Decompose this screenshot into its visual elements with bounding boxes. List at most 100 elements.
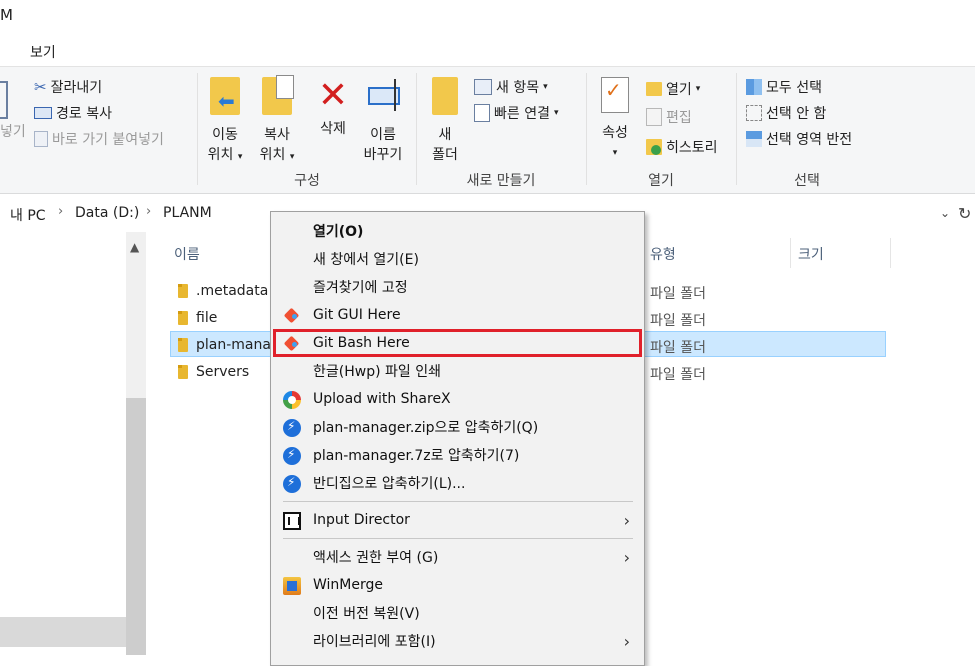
breadcrumb-chevron-icon: › <box>146 204 152 219</box>
chevron-down-icon: ▾ <box>237 152 243 162</box>
new-folder-label-2: 폴더 <box>432 147 458 163</box>
chevron-down-icon: ▾ <box>695 84 701 94</box>
rename-button[interactable]: 이름 바꾸기 <box>360 77 406 165</box>
menu-item-winmerge[interactable]: WinMerge <box>271 571 644 599</box>
menu-item-hwp-print[interactable]: 한글(Hwp) 파일 인쇄 <box>271 357 644 385</box>
input-director-icon <box>283 512 301 530</box>
column-separator[interactable] <box>890 238 891 268</box>
chevron-right-icon: › <box>623 632 630 651</box>
group-label-organize: 구성 <box>294 173 320 189</box>
nav-scrollbar-thumb[interactable] <box>126 398 146 655</box>
file-name: file <box>196 310 218 326</box>
select-all-button[interactable]: 모두 선택 <box>746 77 822 97</box>
ribbon-separator <box>416 73 417 185</box>
properties-button[interactable]: ✓ 속성 ▾ <box>594 77 636 163</box>
properties-check-icon: ✓ <box>601 77 629 113</box>
table-row[interactable]: file <box>178 310 217 326</box>
menu-item-restore-previous[interactable]: 이전 버전 복원(V) <box>271 599 644 627</box>
move-to-icon: ⬅ <box>210 77 240 115</box>
new-folder-icon <box>432 77 458 115</box>
column-header-type[interactable]: 유형 <box>650 244 676 264</box>
breadcrumb-drive[interactable]: Data (D:) <box>75 205 139 221</box>
column-header-name[interactable]: 이름 <box>174 244 200 264</box>
easy-access-button[interactable]: 빠른 연결 ▾ <box>474 103 559 123</box>
history-button[interactable]: 히스토리 <box>646 137 718 157</box>
column-separator[interactable] <box>790 238 791 268</box>
nav-selected-item[interactable] <box>0 617 126 647</box>
rename-icon <box>366 77 400 115</box>
paste-label-fragment: 넣기 <box>0 124 26 140</box>
copy-path-icon <box>34 107 52 119</box>
git-icon <box>283 307 301 325</box>
menu-item-include-library[interactable]: 라이브러리에 포함(I) › <box>271 627 644 655</box>
select-all-icon <box>746 79 762 95</box>
menu-item-git-bash[interactable]: Git Bash Here <box>273 329 642 357</box>
git-icon <box>283 335 301 353</box>
menu-item-zip[interactable]: plan-manager.zip으로 압축하기(Q) <box>271 413 644 441</box>
scissors-icon: ✂ <box>34 78 47 96</box>
breadcrumb-folder[interactable]: PLANM <box>163 205 212 221</box>
new-item-button[interactable]: 새 항목 ▾ <box>474 77 548 97</box>
menu-item-grant-access[interactable]: 액세스 권한 부여 (G) › <box>271 543 644 571</box>
chevron-down-icon: ▾ <box>289 152 295 162</box>
properties-label: 속성 <box>602 125 628 141</box>
chevron-down-icon: ▾ <box>553 108 559 118</box>
copy-to-label-1: 복사 <box>264 127 290 143</box>
menu-item-pin-quick-access[interactable]: 즐겨찾기에 고정 <box>271 273 644 301</box>
rename-label-2: 바꾸기 <box>363 147 403 163</box>
sharex-icon <box>283 391 301 409</box>
edit-button[interactable]: 편집 <box>646 107 692 127</box>
menu-item-open-new-window[interactable]: 새 창에서 열기(E) <box>271 245 644 273</box>
folder-icon <box>178 284 188 298</box>
move-to-label-1: 이동 <box>212 127 238 143</box>
move-to-button[interactable]: ⬅ 이동 위치 ▾ <box>204 77 246 167</box>
ribbon-separator <box>736 73 737 185</box>
ribbon-separator <box>197 73 198 185</box>
menu-item-open[interactable]: 열기(O) <box>271 217 644 245</box>
navigation-pane <box>0 232 126 655</box>
bandizip-icon <box>283 447 301 465</box>
open-folder-icon <box>646 82 662 96</box>
file-type: 파일 폴더 <box>650 313 706 329</box>
file-name: .metadata <box>196 283 269 299</box>
ribbon-separator <box>586 73 587 185</box>
invert-selection-button[interactable]: 선택 영역 반전 <box>746 129 852 149</box>
refresh-icon[interactable]: ↻ <box>958 204 971 223</box>
rename-label-1: 이름 <box>370 127 396 143</box>
copy-to-button[interactable]: 복사 위치 ▾ <box>256 75 298 167</box>
menu-item-sharex[interactable]: Upload with ShareX <box>271 385 644 413</box>
table-row[interactable]: Servers <box>178 364 249 380</box>
breadcrumb-this-pc[interactable]: 내 PC <box>10 205 46 225</box>
menu-item-git-gui[interactable]: Git GUI Here <box>271 301 644 329</box>
menu-item-input-director[interactable]: Input Director › <box>271 506 644 534</box>
menu-item-bandizip[interactable]: 반디집으로 압축하기(L)... <box>271 469 644 497</box>
group-label-select: 선택 <box>794 173 820 189</box>
file-type: 파일 폴더 <box>650 367 706 383</box>
tab-view[interactable]: 보기 <box>30 42 56 62</box>
select-all-label: 모두 선택 <box>766 80 822 96</box>
address-dropdown-icon[interactable]: ⌄ <box>940 206 950 220</box>
select-none-label: 선택 안 함 <box>766 106 827 122</box>
chevron-right-icon: › <box>623 548 630 567</box>
paste-shortcut-label: 바로 가기 붙여넣기 <box>52 132 164 148</box>
scroll-up-icon[interactable]: ▲ <box>130 240 139 254</box>
delete-button[interactable]: ✕ 삭제 <box>312 77 354 139</box>
column-header-size[interactable]: 크기 <box>798 244 824 264</box>
copy-path-label: 경로 복사 <box>56 106 112 122</box>
cut-button[interactable]: ✂ 잘라내기 <box>34 77 102 97</box>
select-none-button[interactable]: 선택 안 함 <box>746 103 826 123</box>
group-label-open: 열기 <box>648 173 674 189</box>
menu-item-7z[interactable]: plan-manager.7z로 압축하기(7) <box>271 441 644 469</box>
ribbon: 넣기 ✂ 잘라내기 경로 복사 바로 가기 붙여넣기 ⬅ 이동 위치 ▾ 복사 … <box>0 66 975 194</box>
copy-path-button[interactable]: 경로 복사 <box>34 103 112 123</box>
new-folder-button[interactable]: 새 폴더 <box>424 77 466 165</box>
chevron-right-icon: › <box>623 511 630 530</box>
breadcrumb-chevron-icon: › <box>58 204 64 219</box>
file-name: plan-mana <box>196 337 271 353</box>
group-label-new: 새로 만들기 <box>466 173 536 189</box>
table-row[interactable]: plan-mana <box>178 337 271 353</box>
paste-icon <box>0 81 8 119</box>
table-row[interactable]: .metadata <box>178 283 268 299</box>
paste-shortcut-button[interactable]: 바로 가기 붙여넣기 <box>34 129 164 149</box>
open-button[interactable]: 열기 ▾ <box>646 79 700 99</box>
